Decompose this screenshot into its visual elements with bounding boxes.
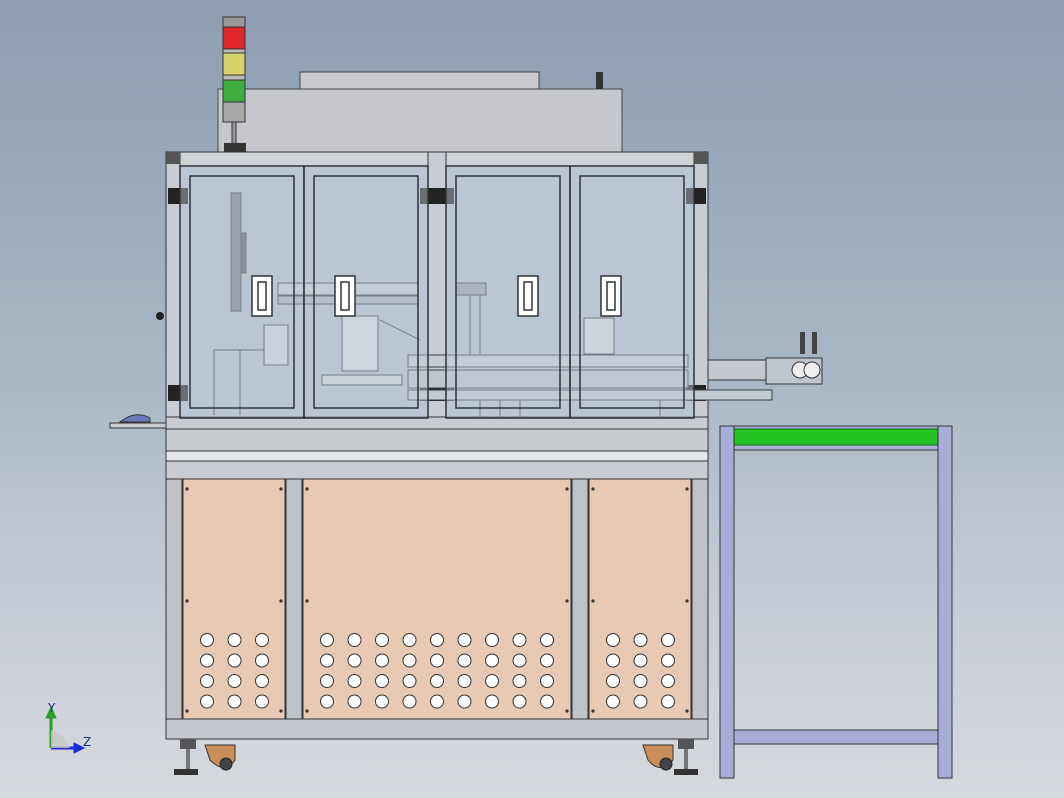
- vent-hole: [457, 633, 472, 647]
- vent-hole: [485, 674, 499, 688]
- top-cover: [217, 71, 623, 154]
- vent-hole: [633, 674, 648, 688]
- vent-hole: [430, 633, 444, 647]
- vent-hole: [512, 674, 527, 688]
- z-axis-label: Z: [83, 735, 91, 749]
- green-belt: [733, 428, 939, 446]
- vent-hole: [227, 633, 242, 647]
- vent-hole: [320, 674, 334, 688]
- vent-hole: [457, 674, 472, 688]
- vent-hole: [375, 694, 389, 709]
- panel-screw: [685, 487, 689, 491]
- vent-hole: [512, 633, 527, 647]
- panel-screw: [685, 599, 689, 603]
- vent-hole: [485, 633, 499, 647]
- vent-hole: [540, 633, 554, 647]
- vent-hole: [227, 653, 242, 668]
- vent-hole: [402, 633, 417, 647]
- vent-hole: [347, 653, 362, 668]
- output-arm: [707, 332, 823, 385]
- vent-hole: [485, 653, 499, 668]
- vent-hole: [457, 653, 472, 668]
- lower-cabinet: [165, 478, 709, 740]
- vent-hole: [320, 633, 334, 647]
- door-4: [569, 165, 695, 419]
- panel-screw: [305, 599, 309, 603]
- panel-screw: [279, 709, 283, 713]
- vent-hole: [375, 653, 389, 668]
- casters: [174, 739, 698, 775]
- panel-screw: [185, 709, 189, 713]
- vent-hole: [540, 674, 554, 688]
- vent-hole: [661, 633, 675, 647]
- vent-hole: [200, 653, 214, 668]
- vent-hole: [200, 633, 214, 647]
- vent-hole: [512, 694, 527, 709]
- vent-hole: [255, 694, 269, 709]
- signal-lamp-red: [222, 26, 246, 50]
- panel-screw: [591, 599, 595, 603]
- panel-screw: [591, 709, 595, 713]
- vent-hole: [200, 674, 214, 688]
- panel-screw: [279, 599, 283, 603]
- vent-hole: [633, 694, 648, 709]
- vent-hole: [347, 633, 362, 647]
- signal-lamp-green: [222, 79, 246, 103]
- vent-hole: [402, 653, 417, 668]
- panel-screw: [591, 487, 595, 491]
- cad-viewport[interactable]: Y Z: [0, 0, 1064, 798]
- vent-hole: [633, 633, 648, 647]
- vent-hole: [512, 653, 527, 668]
- vent-hole: [402, 674, 417, 688]
- door-1: [179, 165, 305, 419]
- vent-hole: [320, 694, 334, 709]
- coordinate-triad: Y Z: [45, 701, 91, 754]
- vent-hole: [402, 694, 417, 709]
- panel-screw: [279, 487, 283, 491]
- machine-drawing: Y Z: [45, 16, 953, 779]
- vent-hole: [430, 653, 444, 668]
- vent-hole: [661, 694, 675, 709]
- panel-screw: [305, 487, 309, 491]
- vent-hole: [375, 674, 389, 688]
- vent-hole: [606, 653, 620, 668]
- y-axis-label: Y: [47, 701, 56, 715]
- vent-hole: [633, 653, 648, 668]
- vent-hole: [227, 674, 242, 688]
- table-top: [165, 428, 709, 480]
- panel-screw: [565, 487, 569, 491]
- signal-lamp-yellow: [222, 52, 246, 76]
- vent-hole: [606, 694, 620, 709]
- vent-hole: [200, 694, 214, 709]
- panel-screw: [185, 487, 189, 491]
- panel-screw: [305, 709, 309, 713]
- door-2: [303, 165, 429, 419]
- vent-hole: [255, 653, 269, 668]
- conveyor-stand: [719, 425, 953, 779]
- vent-hole: [227, 694, 242, 709]
- vent-hole: [430, 694, 444, 709]
- vent-hole: [661, 653, 675, 668]
- vent-hole: [540, 653, 554, 668]
- vent-hole: [606, 633, 620, 647]
- panel-screw: [685, 709, 689, 713]
- vent-hole: [540, 694, 554, 709]
- vent-hole: [255, 674, 269, 688]
- vent-hole: [661, 674, 675, 688]
- vent-hole: [347, 674, 362, 688]
- vent-hole: [375, 633, 389, 647]
- vent-hole: [320, 653, 334, 668]
- panel-screw: [565, 709, 569, 713]
- door-3: [445, 165, 571, 419]
- left-shelf: [109, 414, 167, 429]
- vent-hole: [485, 694, 499, 709]
- vent-hole: [430, 674, 444, 688]
- vent-hole: [606, 674, 620, 688]
- vent-hole: [347, 694, 362, 709]
- panel-screw: [565, 599, 569, 603]
- vent-hole: [255, 633, 269, 647]
- vent-hole: [457, 694, 472, 709]
- panel-screw: [185, 599, 189, 603]
- side-knob: [156, 312, 164, 320]
